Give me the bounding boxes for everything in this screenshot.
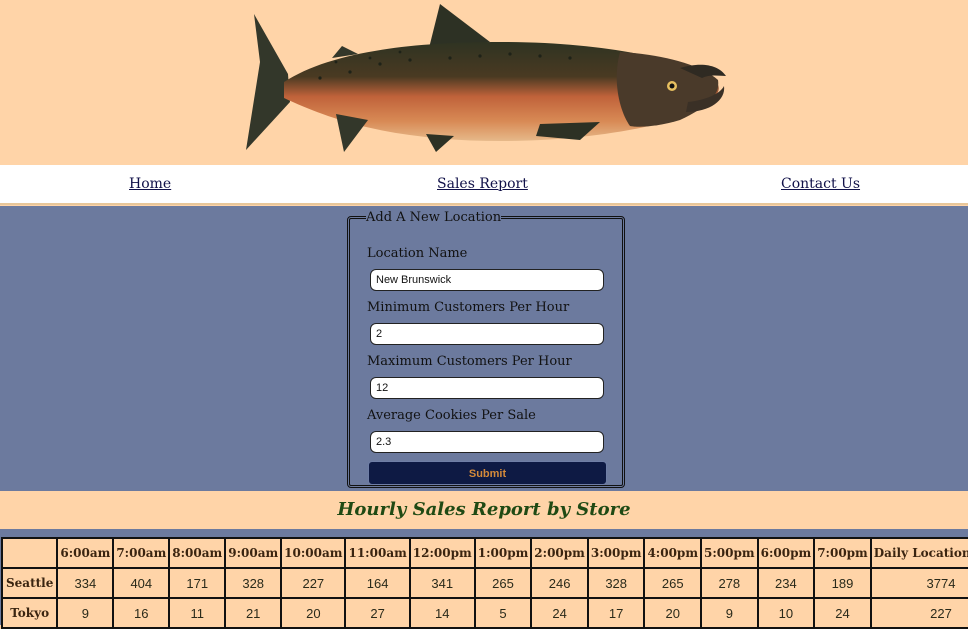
- max-customers-label: Maximum Customers Per Hour: [367, 354, 572, 369]
- table-cell: 189: [813, 567, 872, 599]
- table-cell: 328: [224, 567, 283, 599]
- daily-total-cell: 3774: [869, 567, 968, 599]
- table-cell: 11: [168, 597, 227, 629]
- nav-contact-us-link[interactable]: Contact Us: [781, 176, 860, 192]
- table-row: Tokyo 9 16 11 21 20 27 14 5 24 17 20 9 1…: [0, 597, 968, 629]
- header-cell: 9:00am: [224, 537, 283, 569]
- location-name-input[interactable]: [370, 269, 604, 291]
- avg-cookies-input[interactable]: [370, 431, 604, 453]
- table-cell: 9: [56, 597, 115, 629]
- report-title: Hourly Sales Report by Store: [337, 499, 631, 520]
- header-cell: 4:00pm: [643, 537, 703, 569]
- table-cell: 328: [586, 567, 646, 599]
- header-cell: 5:00pm: [700, 537, 759, 569]
- table-cell: 265: [473, 567, 533, 599]
- table-cell: 5: [473, 597, 533, 629]
- form-legend: Add A New Location: [366, 210, 502, 225]
- header-cell: 2:00pm: [530, 537, 589, 569]
- sales-table-section: 6:00am 7:00am 8:00am 9:00am 10:00am 11:0…: [0, 529, 968, 629]
- header-cell: 8:00am: [168, 537, 227, 569]
- hero-banner: [0, 0, 968, 165]
- table-cell: 341: [408, 567, 476, 599]
- submit-button[interactable]: Submit: [368, 461, 607, 485]
- header-cell: 1:00pm: [473, 537, 533, 569]
- header-cell: [0, 537, 59, 569]
- table-cell: 16: [112, 597, 171, 629]
- daily-total-cell: 227: [869, 597, 968, 629]
- table-cell: 234: [756, 567, 816, 599]
- table-row: Seattle 334 404 171 328 227 164 341 265 …: [0, 567, 968, 599]
- avg-cookies-label: Average Cookies Per Sale: [367, 408, 536, 423]
- table-cell: 24: [813, 597, 872, 629]
- table-cell: 227: [280, 567, 347, 599]
- table-cell: 265: [643, 567, 703, 599]
- nav-home-link[interactable]: Home: [129, 176, 171, 192]
- header-cell: 7:00pm: [813, 537, 872, 569]
- header-cell: 11:00am: [344, 537, 411, 569]
- row-store-name: Tokyo: [0, 597, 59, 629]
- table-cell: 334: [56, 567, 115, 599]
- header-cell: 6:00am: [56, 537, 115, 569]
- table-cell: 20: [643, 597, 703, 629]
- sales-table: 6:00am 7:00am 8:00am 9:00am 10:00am 11:0…: [0, 537, 968, 629]
- header-cell: 12:00pm: [408, 537, 476, 569]
- max-customers-input[interactable]: [370, 377, 604, 399]
- table-cell: 17: [586, 597, 646, 629]
- table-cell: 164: [344, 567, 411, 599]
- add-location-form: Add A New Location Location Name Minimum…: [347, 210, 625, 488]
- header-cell: 10:00am: [280, 537, 347, 569]
- salmon-image: [246, 4, 726, 152]
- min-customers-label: Minimum Customers Per Hour: [367, 300, 570, 315]
- nav-sales-report-link[interactable]: Sales Report: [437, 176, 528, 192]
- main-nav: Home Sales Report Contact Us: [0, 165, 968, 205]
- table-cell: 21: [224, 597, 283, 629]
- table-cell: 246: [530, 567, 589, 599]
- table-cell: 20: [280, 597, 347, 629]
- header-cell: Daily Location Total: [869, 537, 968, 569]
- add-location-section: Add A New Location Location Name Minimum…: [0, 206, 968, 491]
- table-cell: 404: [112, 567, 171, 599]
- row-store-name: Seattle: [0, 567, 59, 599]
- header-cell: 7:00am: [112, 537, 171, 569]
- location-name-label: Location Name: [367, 246, 468, 261]
- table-cell: 278: [700, 567, 759, 599]
- header-cell: 6:00pm: [756, 537, 816, 569]
- table-header-row: 6:00am 7:00am 8:00am 9:00am 10:00am 11:0…: [0, 537, 968, 569]
- table-cell: 10: [756, 597, 816, 629]
- table-cell: 171: [168, 567, 227, 599]
- table-cell: 14: [408, 597, 476, 629]
- header-cell: 3:00pm: [586, 537, 646, 569]
- table-cell: 27: [344, 597, 411, 629]
- table-cell: 24: [530, 597, 589, 629]
- min-customers-input[interactable]: [370, 323, 604, 345]
- table-cell: 9: [700, 597, 759, 629]
